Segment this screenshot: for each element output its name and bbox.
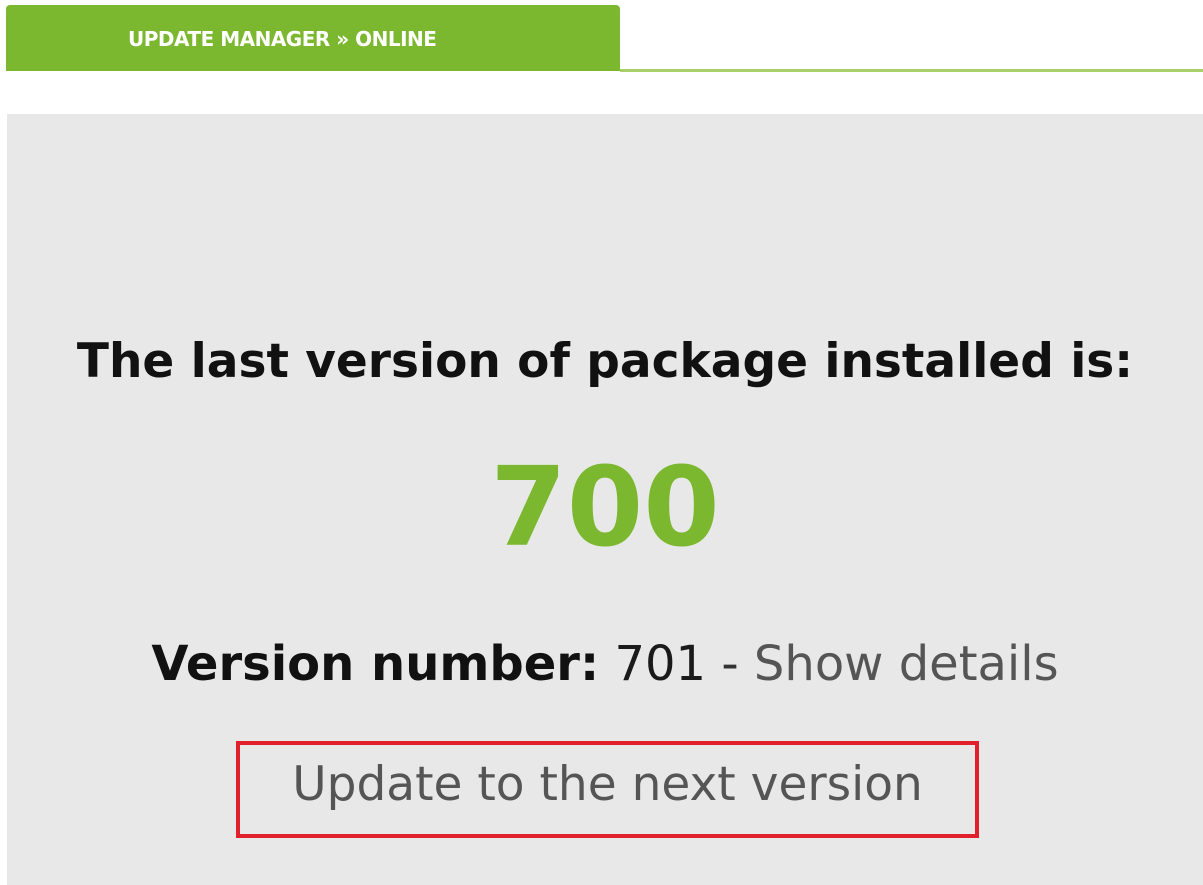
separator: - xyxy=(721,636,739,692)
tab-label: UPDATE MANAGER » ONLINE xyxy=(128,27,437,51)
update-link-highlight: Update to the next version xyxy=(236,741,979,838)
installed-version-number: 700 xyxy=(490,443,720,571)
tab-update-manager-online[interactable]: UPDATE MANAGER » ONLINE xyxy=(6,5,620,71)
version-number-label: Version number: xyxy=(151,636,600,692)
version-number-value: 701 xyxy=(614,636,707,692)
version-panel: The last version of package installed is… xyxy=(7,114,1203,885)
tab-bar: UPDATE MANAGER » ONLINE xyxy=(0,0,1203,74)
update-manager-page: UPDATE MANAGER » ONLINE The last version… xyxy=(0,0,1203,885)
tab-underline xyxy=(620,69,1203,72)
installed-version-heading: The last version of package installed is… xyxy=(76,334,1134,389)
show-details-link[interactable]: Show details xyxy=(754,636,1059,692)
update-to-next-version-link[interactable]: Update to the next version xyxy=(240,757,975,812)
next-version-line: Version number: 701 - Show details xyxy=(7,636,1203,692)
